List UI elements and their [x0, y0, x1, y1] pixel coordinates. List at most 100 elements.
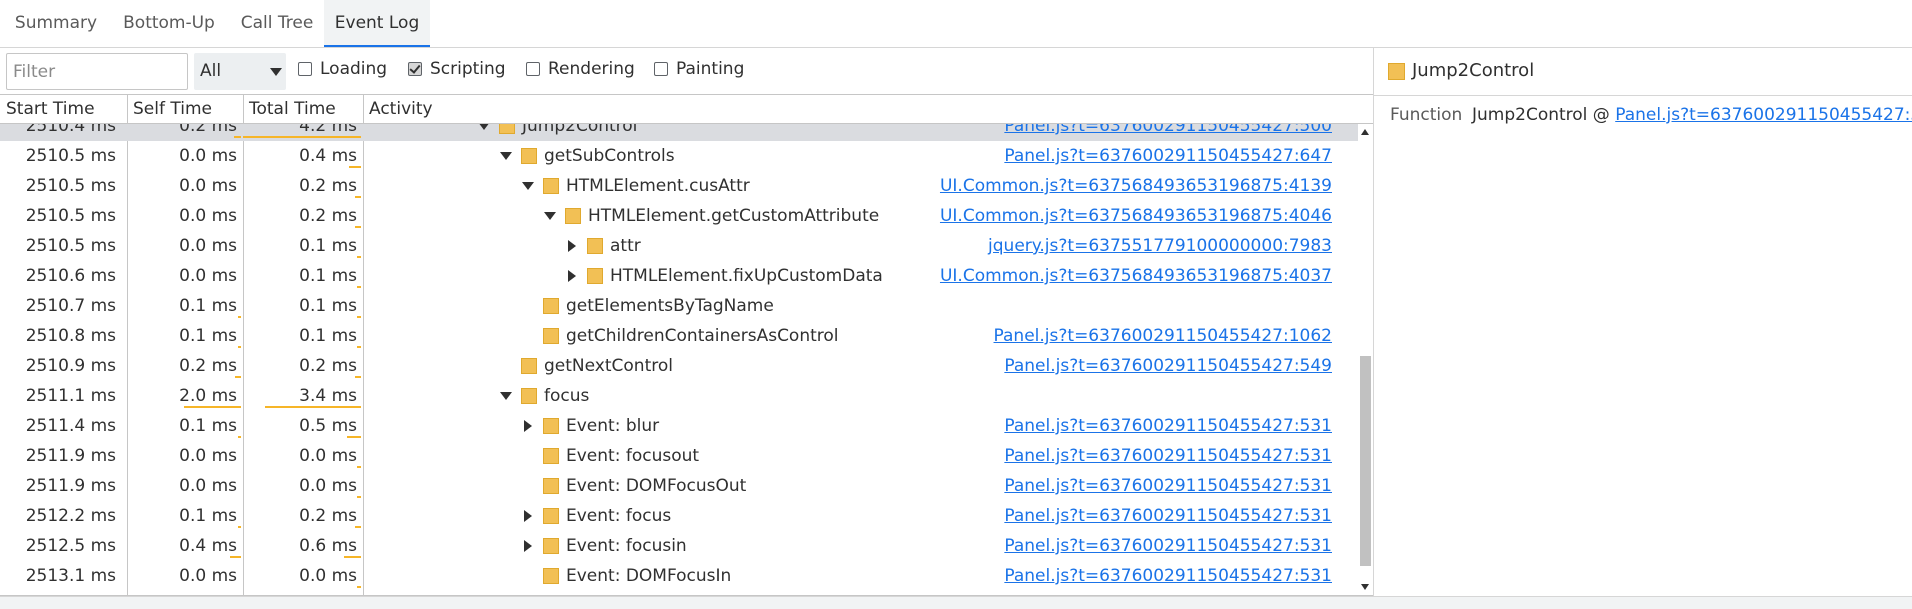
collapse-toggle-icon[interactable]	[524, 510, 532, 522]
event-row[interactable]: 2510.4 ms 0.2 ms 4.2 ms Jump2Control Panel.j…	[0, 124, 1358, 141]
loading-checkbox[interactable]	[298, 62, 312, 76]
event-row[interactable]: 2511.9 ms 0.0 ms 0.0 ms Event: DOMFocusOut P…	[0, 471, 1358, 501]
scripting-category-swatch-icon	[543, 538, 559, 554]
activity-name: Event: DOMFocusOut	[566, 476, 747, 496]
total-time-cell: 3.4 ms	[299, 386, 357, 406]
self-time-bar	[238, 526, 241, 528]
source-link[interactable]: Panel.js?t=637600291150455427:531	[1004, 411, 1332, 441]
source-link[interactable]: Panel.js?t=637600291150455427:500	[1004, 124, 1332, 141]
column-header-start-time[interactable]: Start Time	[0, 95, 127, 123]
self-time-bar	[238, 316, 241, 318]
event-row[interactable]: 2510.5 ms 0.0 ms 0.2 ms HTMLElement.getCust…	[0, 201, 1358, 231]
source-link[interactable]: UI.Common.js?t=637568493653196875:4037	[940, 261, 1332, 291]
scripting-category-swatch-icon	[499, 124, 515, 134]
activity-name: Event: focusin	[566, 536, 687, 556]
event-row[interactable]: 2510.5 ms 0.0 ms 0.4 ms getSubControls Panel…	[0, 141, 1358, 171]
status-strip	[0, 596, 1912, 609]
scripting-category-swatch-icon	[521, 148, 537, 164]
self-time-cell: 0.0 ms	[179, 266, 237, 286]
event-row[interactable]: 2510.7 ms 0.1 ms 0.1 ms getElementsByTagNam…	[0, 291, 1358, 321]
event-row[interactable]: 2512.2 ms 0.1 ms 0.2 ms Event: focus Panel.j…	[0, 501, 1358, 531]
source-link[interactable]: Panel.js?t=637600291150455427:531	[1004, 441, 1332, 471]
activity-name: Event: DOMFocusIn	[566, 566, 732, 586]
expand-toggle-icon[interactable]	[500, 392, 512, 400]
event-row[interactable]: 2511.4 ms 0.1 ms 0.5 ms Event: blur Panel.js…	[0, 411, 1358, 441]
self-time-cell: 0.0 ms	[179, 566, 237, 586]
total-time-cell: 0.1 ms	[299, 236, 357, 256]
tab-event-log[interactable]: Event Log	[324, 0, 430, 47]
details-header: Jump2Control	[1374, 48, 1912, 96]
source-link[interactable]: Panel.js?t=637600291150455427:1062	[994, 321, 1332, 351]
source-link[interactable]: Panel.js?t=637600291150455427:531	[1004, 501, 1332, 531]
expand-toggle-icon[interactable]	[544, 212, 556, 220]
collapse-toggle-icon[interactable]	[568, 270, 576, 282]
scripting-checkbox[interactable]	[408, 62, 422, 76]
source-link[interactable]: Panel.js?t=637600291150455427:531	[1004, 561, 1332, 591]
tab-call-tree[interactable]: Call Tree	[232, 0, 322, 47]
painting-checkbox[interactable]	[654, 62, 668, 76]
expand-toggle-icon[interactable]	[500, 152, 512, 160]
tab-bottom-up[interactable]: Bottom-Up	[112, 0, 226, 47]
source-link[interactable]: jquery.js?t=637551779100000000:7983	[988, 231, 1332, 261]
collapse-toggle-icon[interactable]	[524, 540, 532, 552]
event-row[interactable]: 2510.8 ms 0.1 ms 0.1 ms getChildrenContaine…	[0, 321, 1358, 351]
source-link[interactable]: Panel.js?t=637600291150455427:549	[1004, 351, 1332, 381]
event-row[interactable]: 2513.1 ms 0.0 ms 0.0 ms Event: DOMFocusIn Pa…	[0, 561, 1358, 591]
total-time-cell: 0.4 ms	[299, 146, 357, 166]
source-link[interactable]: UI.Common.js?t=637568493653196875:4139	[940, 171, 1332, 201]
source-link[interactable]: UI.Common.js?t=637568493653196875:4046	[940, 201, 1332, 231]
activity-name: Event: focusout	[566, 446, 700, 466]
expand-toggle-icon[interactable]	[522, 182, 534, 190]
activity-name: Event: focus	[566, 506, 672, 526]
event-row[interactable]: 2510.6 ms 0.0 ms 0.1 ms HTMLElement.fixUpCu…	[0, 261, 1358, 291]
total-time-cell: 0.1 ms	[299, 266, 357, 286]
source-link[interactable]: Panel.js?t=637600291150455427:531	[1004, 471, 1332, 501]
details-pane: Jump2Control Function Jump2Control @ Pan…	[1373, 48, 1912, 596]
source-link[interactable]: Panel.js?t=637600291150455427:647	[1004, 141, 1332, 171]
activity-name: getElementsByTagName	[566, 296, 774, 316]
scrollbar-thumb[interactable]	[1360, 356, 1371, 566]
event-row[interactable]: 2510.5 ms 0.0 ms 0.1 ms attr jquery.js?t=637…	[0, 231, 1358, 261]
self-time-cell: 0.0 ms	[179, 476, 237, 496]
tab-summary[interactable]: Summary	[6, 0, 106, 47]
collapse-toggle-icon[interactable]	[524, 420, 532, 432]
start-time-cell: 2510.5 ms	[25, 146, 116, 166]
total-time-cell: 0.2 ms	[299, 356, 357, 376]
event-row[interactable]: 2510.5 ms 0.0 ms 0.2 ms HTMLElement.cusAttr…	[0, 171, 1358, 201]
scroll-down-icon[interactable]	[1361, 584, 1369, 590]
self-time-cell: 0.0 ms	[179, 206, 237, 226]
source-link[interactable]: Panel.js?t=637600291150455427:531	[1004, 531, 1332, 561]
details-function-name: Jump2Control @	[1472, 105, 1616, 125]
self-time-bar	[238, 436, 241, 438]
event-row[interactable]: 2512.5 ms 0.4 ms 0.6 ms Event: focusin Panel…	[0, 531, 1358, 561]
start-time-cell: 2512.2 ms	[25, 506, 116, 526]
start-time-cell: 2511.9 ms	[25, 476, 116, 496]
column-header-self-time[interactable]: Self Time	[127, 95, 243, 123]
details-function-label: Function	[1390, 105, 1463, 125]
filter-input[interactable]	[6, 53, 188, 90]
rendering-checkbox[interactable]	[526, 62, 540, 76]
collapse-toggle-icon[interactable]	[568, 240, 576, 252]
total-time-cell: 0.1 ms	[299, 296, 357, 316]
details-function-link[interactable]: Panel.js?t=637600291150455427:500	[1615, 105, 1912, 125]
vertical-scrollbar[interactable]	[1358, 124, 1373, 595]
event-row[interactable]: 2511.1 ms 2.0 ms 3.4 ms focus	[0, 381, 1358, 411]
scroll-up-icon[interactable]	[1361, 129, 1369, 135]
self-time-cell: 0.1 ms	[179, 326, 237, 346]
event-row[interactable]: 2510.9 ms 0.2 ms 0.2 ms getNextControl Panel…	[0, 351, 1358, 381]
start-time-cell: 2511.4 ms	[25, 416, 116, 436]
activity-name: Event: blur	[566, 416, 660, 436]
column-header-total-time[interactable]: Total Time	[243, 95, 363, 123]
self-time-cell: 0.4 ms	[179, 536, 237, 556]
event-row[interactable]: 2511.9 ms 0.0 ms 0.0 ms Event: focusout Pane…	[0, 441, 1358, 471]
column-header-activity[interactable]: Activity	[363, 95, 1353, 123]
start-time-cell: 2510.5 ms	[25, 236, 116, 256]
activity-name: getNextControl	[544, 356, 673, 376]
activity-name: getChildrenContainersAsControl	[566, 326, 839, 346]
activity-name: HTMLElement.fixUpCustomData	[610, 266, 883, 286]
scripting-category-swatch-icon	[543, 178, 559, 194]
expand-toggle-icon[interactable]	[478, 124, 490, 130]
start-time-cell: 2510.5 ms	[25, 206, 116, 226]
duration-filter-select[interactable]: All	[194, 53, 286, 90]
start-time-cell: 2513.1 ms	[25, 566, 116, 586]
